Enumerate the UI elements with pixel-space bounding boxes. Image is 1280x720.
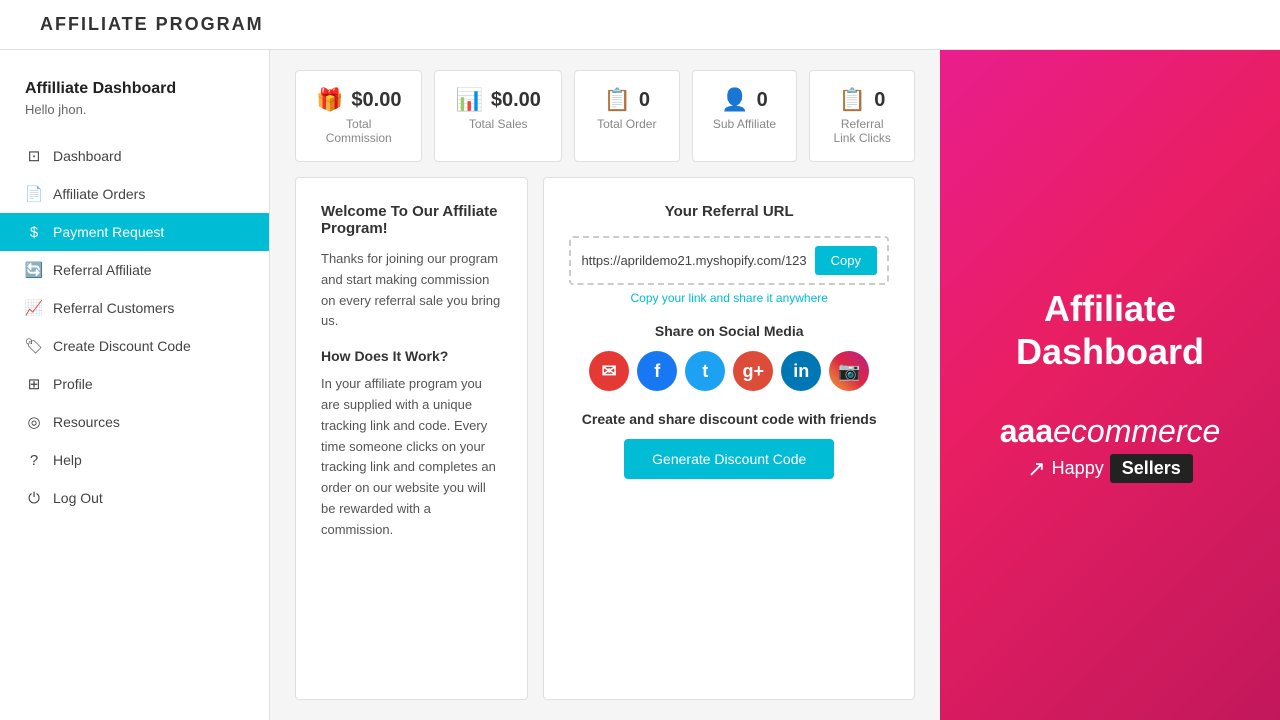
resources-label: Resources [53, 414, 120, 430]
referral-affiliate-label: Referral Affiliate [53, 262, 152, 278]
branding-panel: Affiliate Dashboard aaaecommerce ↗ Happy… [940, 50, 1280, 720]
stat-icon-0: 🎁 [316, 87, 343, 113]
discount-title: Create and share discount code with frie… [582, 411, 877, 427]
copy-hint: Copy your link and share it anywhere [631, 291, 828, 305]
stat-label-3: Sub Affiliate [713, 117, 776, 131]
resources-icon: ◎ [25, 413, 43, 431]
stat-top-2: 📋0 [604, 87, 651, 113]
profile-icon: ⊞ [25, 375, 43, 393]
copy-button[interactable]: Copy [815, 246, 877, 275]
sidebar-item-referral-customers[interactable]: 📈 Referral Customers [0, 289, 269, 327]
dashboard-icon: ⊡ [25, 147, 43, 165]
stat-card-2: 📋0Total Order [574, 70, 680, 162]
stat-value-2: 0 [639, 89, 650, 112]
help-icon: ? [25, 451, 43, 469]
referral-url-box: https://aprildemo21.myshopify.com/123 Co… [569, 236, 889, 285]
top-bar: AFFILIATE PROGRAM [0, 0, 1280, 50]
payment-request-icon: $ [25, 223, 43, 241]
how-works-text: In your affiliate program you are suppli… [321, 374, 502, 540]
sidebar-item-create-discount-code[interactable]: 🏷 Create Discount Code [0, 327, 269, 365]
help-label: Help [53, 452, 82, 468]
generate-discount-button[interactable]: Generate Discount Code [624, 439, 834, 479]
social-icons: ✉ f t g+ in 📷 [589, 351, 869, 391]
googleplus-social-icon[interactable]: g+ [733, 351, 773, 391]
stat-card-0: 🎁 $0.00 Total Commission [295, 70, 422, 162]
sidebar-item-payment-request[interactable]: $ Payment Request [0, 213, 269, 251]
sidebar-title: Affilliate Dashboard [0, 80, 269, 102]
stat-top-4: 📋0 [839, 87, 886, 113]
referral-affiliate-icon: 🔄 [25, 261, 43, 279]
sidebar-item-profile[interactable]: ⊞ Profile [0, 365, 269, 403]
stat-label-4: Referral Link Clicks [830, 117, 894, 145]
main-container: Affilliate Dashboard Hello jhon. ⊡ Dashbo… [0, 50, 1280, 720]
stat-value-4: 0 [874, 89, 885, 112]
stat-top-0: 🎁 $0.00 [316, 87, 401, 113]
how-works-heading: How Does It Work? [321, 348, 502, 364]
arrow-icon: ↗ [1027, 456, 1045, 482]
referral-heading: Your Referral URL [665, 203, 794, 220]
stat-value-1: $0.00 [491, 89, 541, 112]
sidebar-item-help[interactable]: ? Help [0, 441, 269, 479]
email-social-icon[interactable]: ✉ [589, 351, 629, 391]
nav-menu: ⊡ Dashboard 📄 Affiliate Orders $ Payment Requ… [0, 137, 269, 700]
sidebar-item-dashboard[interactable]: ⊡ Dashboard [0, 137, 269, 175]
stat-icon-1: 📊 [455, 87, 482, 113]
referral-customers-label: Referral Customers [53, 300, 174, 316]
stat-icon-2: 📋 [604, 87, 631, 113]
welcome-heading: Welcome To Our Affiliate Program! [321, 203, 502, 237]
welcome-intro: Thanks for joining our program and start… [321, 249, 502, 332]
twitter-social-icon[interactable]: t [685, 351, 725, 391]
stat-card-1: 📊 $0.00 Total Sales [434, 70, 561, 162]
stat-value-0: $0.00 [351, 89, 401, 112]
facebook-social-icon[interactable]: f [637, 351, 677, 391]
linkedin-social-icon[interactable]: in [781, 351, 821, 391]
content-area: 🎁 $0.00 Total Commission 📊 $0.00 Total Sales 📋… [270, 50, 940, 720]
sidebar-item-referral-affiliate[interactable]: 🔄 Referral Affiliate [0, 251, 269, 289]
affiliate-orders-icon: 📄 [25, 185, 43, 203]
welcome-panel: Welcome To Our Affiliate Program! Thanks… [295, 177, 528, 700]
instagram-social-icon[interactable]: 📷 [829, 351, 869, 391]
stat-card-4: 📋0Referral Link Clicks [809, 70, 915, 162]
payment-request-label: Payment Request [53, 224, 164, 240]
stats-row: 🎁 $0.00 Total Commission 📊 $0.00 Total Sales 📋… [295, 70, 915, 162]
log-out-label: Log Out [53, 490, 103, 506]
stat-top-3: 👤0 [721, 87, 768, 113]
dashboard-label: Dashboard [53, 148, 122, 164]
stat-label-0: Total Commission [316, 117, 401, 145]
aaa-logo: aaaecommerce ↗ Happy Sellers [1000, 413, 1221, 483]
stat-label-2: Total Order [597, 117, 656, 131]
affiliate-orders-label: Affiliate Orders [53, 186, 145, 202]
ecommerce-italic: ecommerce [1053, 413, 1220, 449]
aaa-ecommerce-text: aaaecommerce [1000, 413, 1221, 450]
stat-top-1: 📊 $0.00 [455, 87, 540, 113]
stat-label-1: Total Sales [469, 117, 528, 131]
create-discount-code-label: Create Discount Code [53, 338, 191, 354]
stat-icon-3: 👤 [721, 87, 748, 113]
create-discount-code-icon: 🏷 [25, 337, 43, 355]
how-works: How Does It Work? In your affiliate prog… [321, 348, 502, 540]
tagline: ↗ Happy Sellers [1000, 454, 1221, 483]
log-out-icon: ⏻ [25, 489, 43, 507]
profile-label: Profile [53, 376, 93, 392]
sidebar-item-resources[interactable]: ◎ Resources [0, 403, 269, 441]
aaa-bold: aaa [1000, 413, 1053, 449]
stat-card-3: 👤0Sub Affiliate [692, 70, 798, 162]
referral-customers-icon: 📈 [25, 299, 43, 317]
sidebar-subtitle: Hello jhon. [0, 102, 269, 137]
stat-icon-4: 📋 [839, 87, 866, 113]
sidebar-item-affiliate-orders[interactable]: 📄 Affiliate Orders [0, 175, 269, 213]
bottom-panels: Welcome To Our Affiliate Program! Thanks… [295, 177, 915, 700]
referral-panel: Your Referral URL https://aprildemo21.my… [543, 177, 915, 700]
sellers-badge: Sellers [1110, 454, 1193, 483]
sidebar: Affilliate Dashboard Hello jhon. ⊡ Dashbo… [0, 50, 270, 720]
branding-title: Affiliate Dashboard [970, 287, 1250, 373]
happy-text: Happy [1052, 458, 1104, 479]
social-title: Share on Social Media [655, 323, 804, 339]
page-title: AFFILIATE PROGRAM [40, 14, 1240, 35]
referral-url: https://aprildemo21.myshopify.com/123 [581, 253, 806, 268]
sidebar-item-log-out[interactable]: ⏻ Log Out [0, 479, 269, 517]
stat-value-3: 0 [757, 89, 768, 112]
